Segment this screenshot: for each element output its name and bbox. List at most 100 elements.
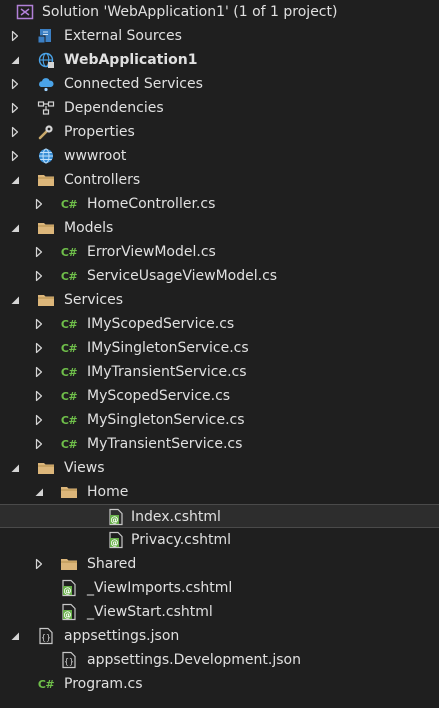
collapse-arrow-icon[interactable] [8,125,22,139]
tree-item[interactable]: C# IMyTransientService.cs [0,360,439,384]
csharp-file-icon: C# [60,437,78,451]
tree-item-label: _ViewImports.cshtml [87,580,233,596]
tree-item-label: External Sources [64,28,182,44]
tree-item-label: HomeController.cs [87,196,216,212]
folder-icon [37,459,55,477]
solution-explorer-tree: Solution 'WebApplication1' (1 of 1 proje… [0,0,439,708]
tree-item-label: Dependencies [64,100,164,116]
collapse-arrow-icon[interactable] [32,365,46,379]
razor-file-icon: @ [107,531,125,549]
csharp-file-icon: C# [60,413,78,427]
collapse-arrow-icon[interactable] [32,557,46,571]
collapse-arrow-icon[interactable] [32,437,46,451]
tree-item[interactable]: @ _ViewImports.cshtml [0,576,439,600]
tree-item[interactable]: wwwroot [0,144,439,168]
csharp-file-icon: C# [60,365,78,379]
tree-item[interactable]: Models [0,216,439,240]
expand-arrow-icon[interactable] [8,629,22,643]
tree-item[interactable]: Services [0,288,439,312]
expand-arrow-icon[interactable] [32,485,46,499]
tree-item[interactable]: C# MyScopedService.cs [0,384,439,408]
collapse-arrow-icon[interactable] [8,29,22,43]
tree-item[interactable]: {} appsettings.Development.json [0,648,439,672]
tree-item-label: appsettings.json [64,628,180,644]
collapse-arrow-icon[interactable] [8,101,22,115]
expand-arrow-icon[interactable] [8,53,22,67]
collapse-arrow-icon[interactable] [8,149,22,163]
connected-services-icon [37,75,55,93]
tree-item-label: ErrorViewModel.cs [87,244,216,260]
svg-text:@: @ [111,538,119,547]
tree-item-label: ServiceUsageViewModel.cs [87,268,278,284]
tree-item-label: Models [64,220,114,236]
folder-icon [37,219,55,237]
expand-arrow-icon[interactable] [8,221,22,235]
svg-text:@: @ [64,610,72,619]
tree-item[interactable]: C# MySingletonService.cs [0,408,439,432]
tree-item[interactable]: Shared [0,552,439,576]
tree-item[interactable]: C# Program.cs [0,672,439,696]
collapse-arrow-icon[interactable] [32,389,46,403]
csharp-file-icon: C# [60,389,78,403]
csharp-file-icon: C# [60,269,78,283]
tree-item[interactable]: WebApplication1 [0,48,439,72]
collapse-arrow-icon[interactable] [32,413,46,427]
csharp-file-icon: C# [37,677,55,691]
tree-item-label: Controllers [64,172,141,188]
csharp-file-icon: C# [60,245,78,259]
tree-item[interactable]: Views [0,456,439,480]
tree-item-label: Program.cs [64,676,143,692]
tree-item-label: Home [87,484,129,500]
json-file-icon: {} [37,627,55,645]
tree-item[interactable]: Dependencies [0,96,439,120]
csharp-file-icon: C# [60,317,78,331]
csharp-file-icon: C# [60,341,78,355]
tree-item[interactable]: @ Privacy.cshtml [0,528,439,552]
expand-arrow-icon[interactable] [8,173,22,187]
tree-item[interactable]: C# MyTransientService.cs [0,432,439,456]
folder-icon [60,555,78,573]
tree-item[interactable]: C# ServiceUsageViewModel.cs [0,264,439,288]
collapse-arrow-icon[interactable] [32,317,46,331]
tree-item-label: MyScopedService.cs [87,388,231,404]
tree-item[interactable]: Solution 'WebApplication1' (1 of 1 proje… [0,0,439,24]
collapse-arrow-icon[interactable] [8,77,22,91]
tree-item-label: Shared [87,556,137,572]
tree-item-label: Connected Services [64,76,203,92]
tree-item[interactable]: @ Index.cshtml [0,504,439,528]
tree-item-label: appsettings.Development.json [87,652,301,668]
tree-item[interactable]: @ _ViewStart.cshtml [0,600,439,624]
tree-item[interactable]: External Sources [0,24,439,48]
tree-item[interactable]: Home [0,480,439,504]
tree-item[interactable]: {} appsettings.json [0,624,439,648]
tree-item-label: WebApplication1 [64,52,198,68]
tree-item[interactable]: C# ErrorViewModel.cs [0,240,439,264]
collapse-arrow-icon[interactable] [32,341,46,355]
tree-item-label: MyTransientService.cs [87,436,243,452]
external-sources-icon [37,27,55,45]
tree-item-label: IMyScopedService.cs [87,316,235,332]
tree-item[interactable]: C# IMyScopedService.cs [0,312,439,336]
svg-text:@: @ [64,586,72,595]
tree-item-label: _ViewStart.cshtml [87,604,213,620]
expand-arrow-icon[interactable] [8,461,22,475]
tree-item-label: Solution 'WebApplication1' (1 of 1 proje… [42,4,338,20]
collapse-arrow-icon[interactable] [32,269,46,283]
tree-item[interactable]: C# HomeController.cs [0,192,439,216]
tree-item-label: IMyTransientService.cs [87,364,247,380]
tree-item[interactable]: C# IMySingletonService.cs [0,336,439,360]
collapse-arrow-icon[interactable] [32,245,46,259]
dependencies-icon [37,99,55,117]
expand-arrow-icon[interactable] [8,293,22,307]
tree-item[interactable]: Controllers [0,168,439,192]
folder-icon [60,483,78,501]
web-project-icon [37,51,55,69]
json-file-icon: {} [60,651,78,669]
tree-item-label: Services [64,292,124,308]
tree-item[interactable]: Properties [0,120,439,144]
tree-item[interactable]: Connected Services [0,72,439,96]
svg-text:{}: {} [41,633,51,642]
tree-item-label: Privacy.cshtml [131,532,232,548]
collapse-arrow-icon[interactable] [32,197,46,211]
folder-icon [37,171,55,189]
